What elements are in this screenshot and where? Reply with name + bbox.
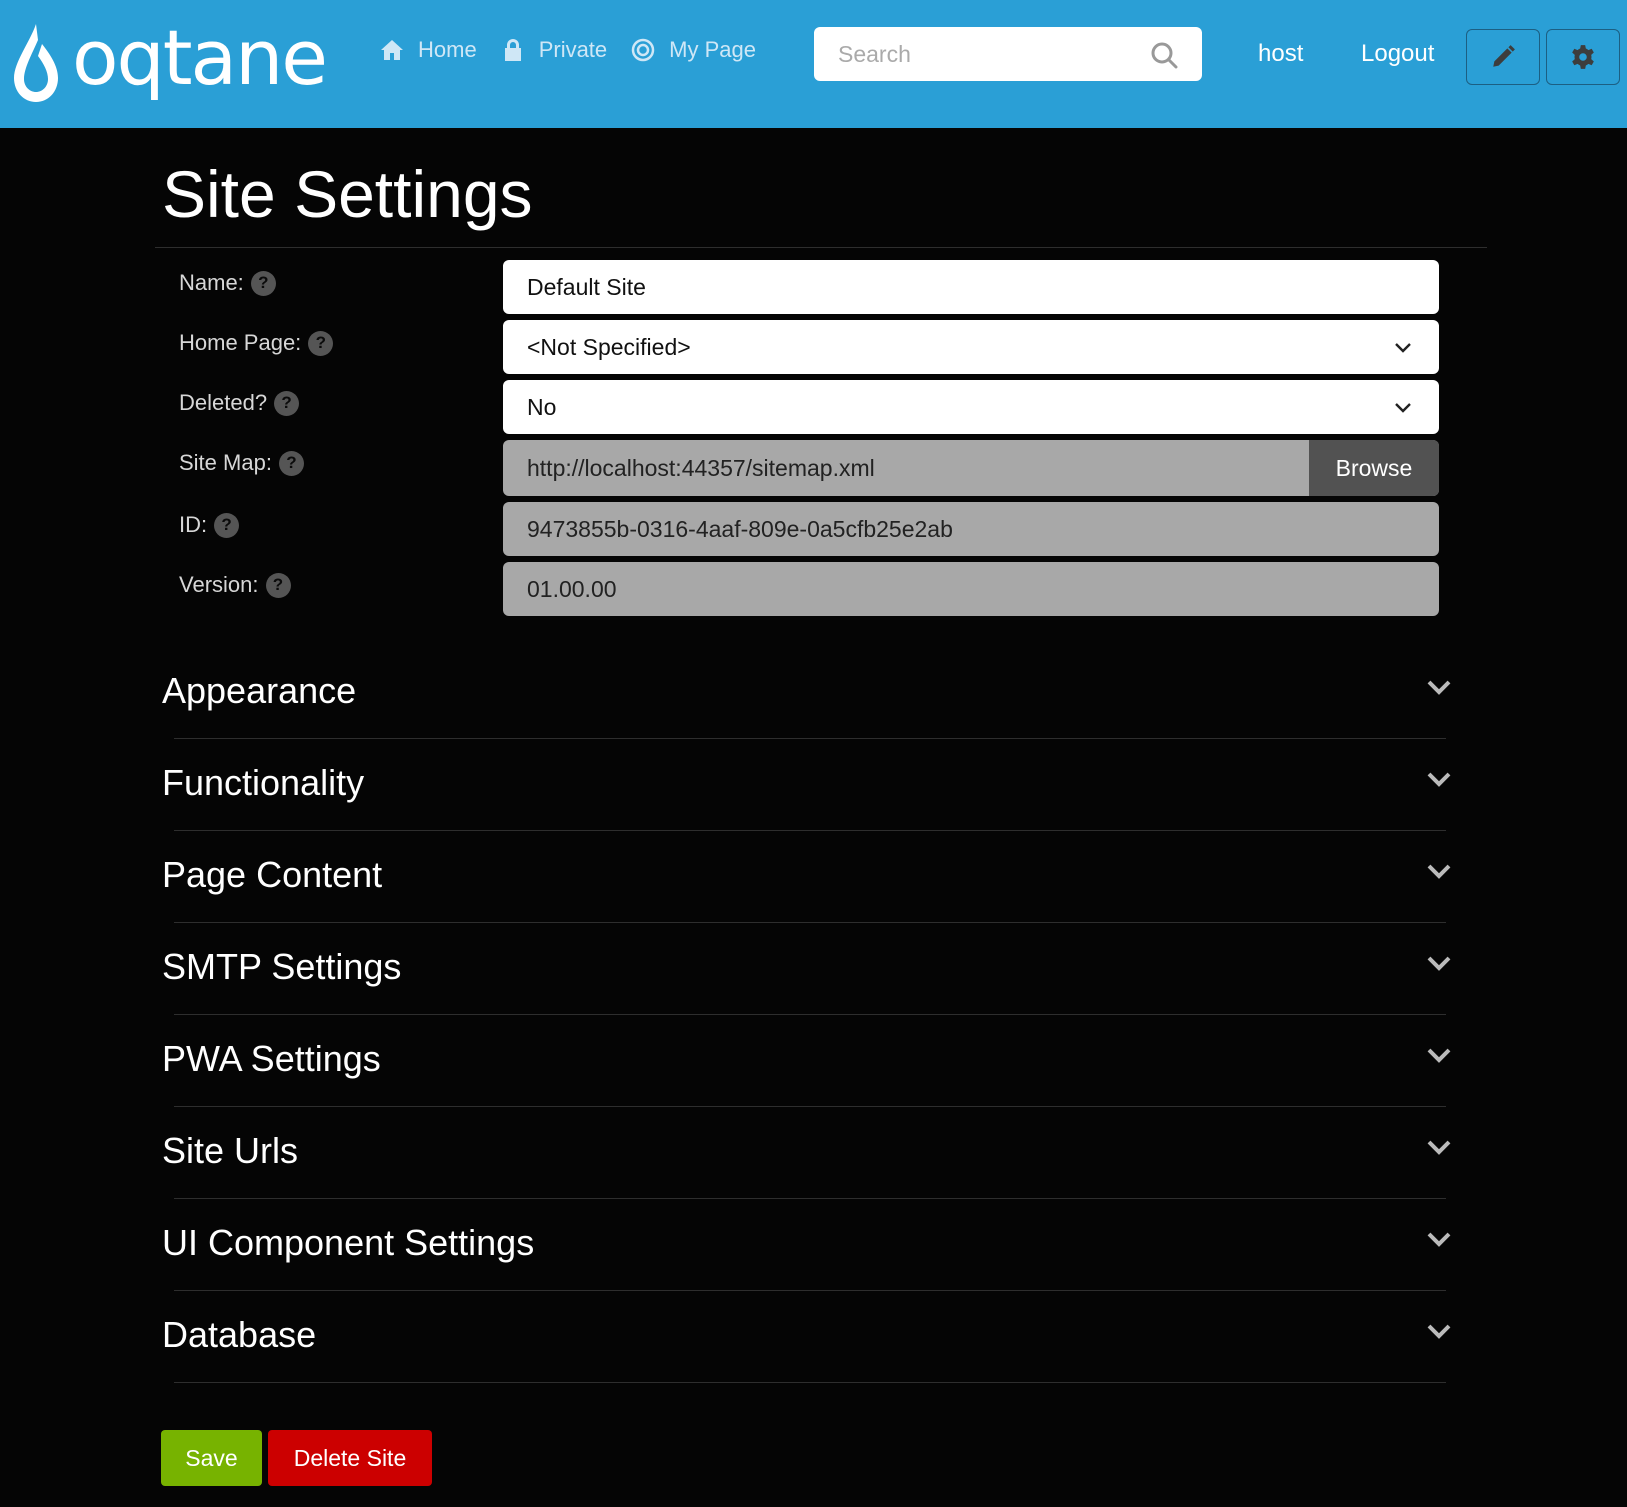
page-title: Site Settings <box>162 157 533 231</box>
section-appearance[interactable]: Appearance <box>162 658 1452 750</box>
name-label-text: Name: <box>179 270 244 295</box>
site-map-label-text: Site Map: <box>179 450 272 475</box>
id-row: ID: ? 9473855b-0316-4aaf-809e-0a5cfb25e2… <box>179 502 1439 556</box>
nav-my-page-label: My Page <box>669 37 756 62</box>
nav-my-page[interactable]: My Page <box>631 37 756 63</box>
title-divider <box>155 247 1487 248</box>
section-title: UI Component Settings <box>162 1222 535 1263</box>
name-row: Name: ? Default Site <box>179 260 1439 314</box>
chevron-down-icon <box>1427 772 1451 787</box>
help-icon[interactable]: ? <box>278 450 304 476</box>
section-smtp-settings[interactable]: SMTP Settings <box>162 934 1452 1026</box>
site-map-label: Site Map: ? <box>179 450 304 476</box>
browse-button[interactable]: Browse <box>1309 440 1439 496</box>
search-icon[interactable] <box>1150 41 1178 69</box>
section-title: Site Urls <box>162 1130 299 1171</box>
section-site-urls[interactable]: Site Urls <box>162 1118 1452 1210</box>
section-title: Database <box>162 1314 317 1355</box>
search-input[interactable] <box>814 40 1134 68</box>
help-icon[interactable]: ? <box>265 572 291 598</box>
nav-home[interactable]: Home <box>380 37 477 63</box>
help-icon[interactable]: ? <box>250 270 276 296</box>
deleted-label-text: Deleted? <box>179 390 268 415</box>
chevron-down-icon <box>1395 343 1411 353</box>
nav-private[interactable]: Private <box>501 37 607 63</box>
section-divider <box>174 1014 1446 1015</box>
pencil-icon <box>1493 45 1515 67</box>
home-page-selected-value: <Not Specified> <box>527 333 691 360</box>
site-map-field: http://localhost:44357/sitemap.xml Brows… <box>503 440 1439 496</box>
site-logo[interactable]: oqtane <box>8 13 328 106</box>
chevron-down-icon <box>1427 864 1451 879</box>
deleted-row: Deleted? ? No <box>179 380 1439 434</box>
id-label: ID: ? <box>179 512 240 538</box>
home-page-row: Home Page: ? <Not Specified> <box>179 320 1439 374</box>
section-page-content[interactable]: Page Content <box>162 842 1452 934</box>
help-icon[interactable]: ? <box>274 390 300 416</box>
section-divider <box>174 830 1446 831</box>
home-page-select[interactable]: <Not Specified> <box>503 320 1439 374</box>
main-nav: Home Private My Page <box>380 30 780 70</box>
logout-link[interactable]: Logout <box>1361 40 1434 68</box>
search-box <box>814 27 1202 81</box>
section-divider <box>174 1106 1446 1107</box>
chevron-down-icon <box>1395 403 1411 413</box>
drop-logo-icon <box>14 24 58 102</box>
version-label: Version: ? <box>179 572 291 598</box>
user-profile-link[interactable]: host <box>1258 40 1303 68</box>
section-title: Appearance <box>162 670 357 711</box>
delete-site-button[interactable]: Delete Site <box>268 1430 432 1486</box>
section-pwa-settings[interactable]: PWA Settings <box>162 1026 1452 1118</box>
section-ui-component-settings[interactable]: UI Component Settings <box>162 1210 1452 1302</box>
section-title: SMTP Settings <box>162 946 402 987</box>
section-divider <box>174 738 1446 739</box>
chevron-down-icon <box>1427 1140 1451 1155</box>
help-icon[interactable]: ? <box>214 512 240 538</box>
nav-home-label: Home <box>418 37 477 62</box>
chevron-down-icon <box>1427 956 1451 971</box>
gear-icon <box>1572 45 1594 69</box>
control-panel-button[interactable] <box>1546 29 1620 85</box>
help-icon[interactable]: ? <box>308 330 334 356</box>
section-divider <box>174 1198 1446 1199</box>
id-label-text: ID: <box>179 512 208 537</box>
site-map-row: Site Map: ? http://localhost:44357/sitem… <box>179 440 1439 496</box>
section-title: Page Content <box>162 854 383 895</box>
section-divider <box>174 1382 1446 1383</box>
home-icon <box>381 40 403 60</box>
name-input[interactable]: Default Site <box>503 260 1439 314</box>
nav-private-label: Private <box>538 37 608 62</box>
version-row: Version: ? 01.00.00 <box>179 562 1439 616</box>
section-title: PWA Settings <box>162 1038 381 1079</box>
deleted-selected-value: No <box>527 393 557 420</box>
section-title: Functionality <box>162 762 365 803</box>
top-navbar: oqtane Home Private My Page host Logout <box>0 0 1627 128</box>
home-page-label-text: Home Page: <box>179 330 302 355</box>
version-field: 01.00.00 <box>503 562 1439 616</box>
home-page-label: Home Page: ? <box>179 330 334 356</box>
chevron-down-icon <box>1427 1324 1451 1339</box>
section-divider <box>174 1290 1446 1291</box>
chevron-down-icon <box>1427 680 1451 695</box>
name-label: Name: ? <box>179 270 276 296</box>
site-map-url[interactable]: http://localhost:44357/sitemap.xml <box>527 455 875 482</box>
save-button[interactable]: Save <box>161 1430 262 1486</box>
section-divider <box>174 922 1446 923</box>
chevron-down-icon <box>1427 1232 1451 1247</box>
id-field: 9473855b-0316-4aaf-809e-0a5cfb25e2ab <box>503 502 1439 556</box>
section-functionality[interactable]: Functionality <box>162 750 1452 842</box>
chevron-down-icon <box>1427 1048 1451 1063</box>
lock-icon <box>504 39 521 61</box>
deleted-label: Deleted? ? <box>179 390 300 416</box>
edit-mode-button[interactable] <box>1466 29 1540 85</box>
section-database[interactable]: Database <box>162 1302 1452 1394</box>
logo-text: oqtane <box>72 13 328 102</box>
deleted-select[interactable]: No <box>503 380 1439 434</box>
target-icon <box>631 38 655 62</box>
version-label-text: Version: <box>179 572 259 597</box>
